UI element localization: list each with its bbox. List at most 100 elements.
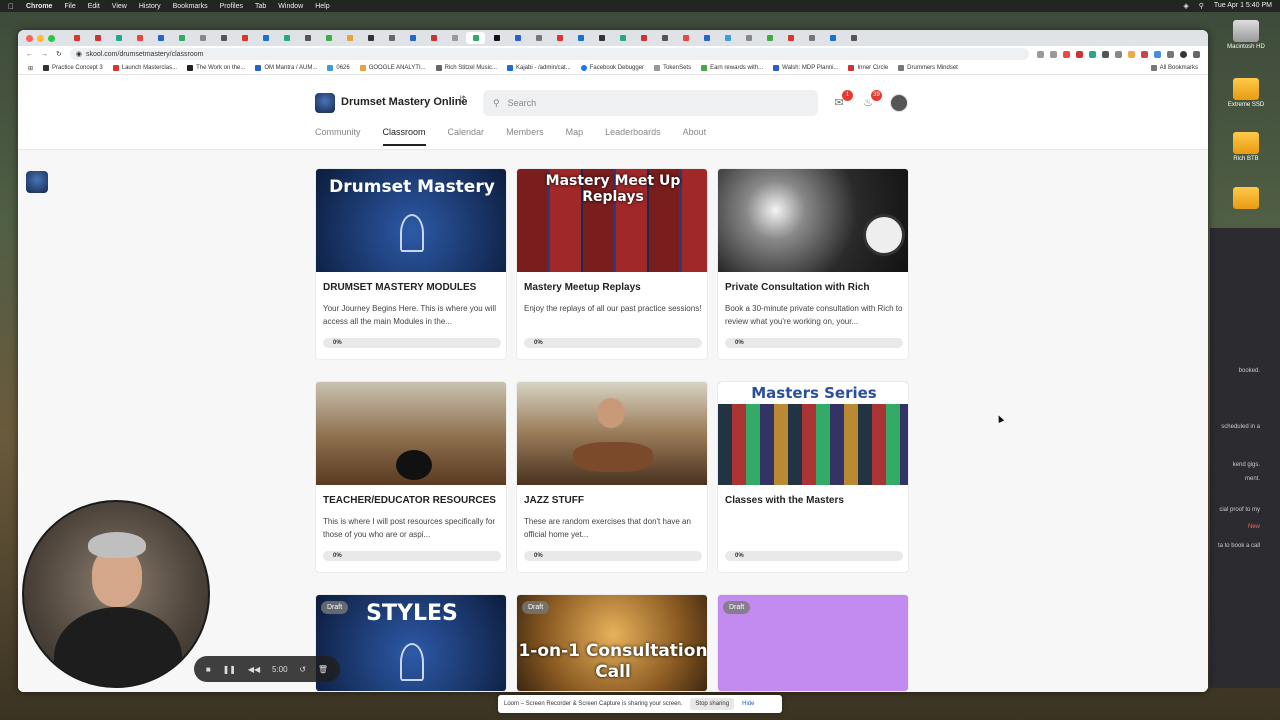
course-card-draft[interactable]: STYLES Draft <box>315 594 507 692</box>
stop-recording-icon[interactable]: ■ <box>206 665 211 674</box>
browser-tab[interactable] <box>214 32 233 44</box>
hide-button[interactable]: Hide <box>742 701 754 707</box>
browser-tab[interactable] <box>193 32 212 44</box>
browser-tab[interactable] <box>319 32 338 44</box>
tab-leaderboards[interactable]: Leaderboards <box>605 127 661 146</box>
browser-tab[interactable] <box>739 32 758 44</box>
menu-file[interactable]: File <box>64 3 75 10</box>
star-icon[interactable] <box>1050 50 1057 58</box>
search-input[interactable]: ⚲ Search <box>483 90 818 116</box>
extension-icon[interactable] <box>1115 50 1122 58</box>
search-menubar-icon[interactable]: ⚲ <box>1199 2 1204 10</box>
extension-icon[interactable] <box>1089 50 1096 58</box>
browser-tab[interactable] <box>361 32 380 44</box>
pause-icon[interactable]: ❚❚ <box>223 665 236 674</box>
course-card[interactable]: Drumset Mastery DRUMSET MASTERY MODULES … <box>315 168 507 360</box>
bookmark-item[interactable]: Inner Circle <box>848 65 888 71</box>
menu-history[interactable]: History <box>139 3 161 10</box>
extension-icon[interactable] <box>1141 50 1148 58</box>
browser-tab[interactable] <box>67 32 86 44</box>
browser-tab[interactable] <box>844 32 863 44</box>
browser-tab[interactable] <box>235 32 254 44</box>
bookmark-item[interactable]: Walsh: MDP Planni... <box>773 65 838 71</box>
bookmark-item[interactable]: TokenSets <box>654 65 691 71</box>
minimize-window-button[interactable] <box>37 34 44 42</box>
browser-tab[interactable] <box>382 32 401 44</box>
bookmark-item[interactable]: GOOGLE ANALYTI... <box>359 65 426 71</box>
course-card-draft[interactable]: 1-on-1 Consultation Call Draft <box>516 594 708 692</box>
menu-help[interactable]: Help <box>315 3 329 10</box>
drive-rich-btb[interactable]: Rich BTB <box>1226 132 1266 162</box>
tab-calendar[interactable]: Calendar <box>448 127 485 146</box>
restart-icon[interactable]: ↺ <box>299 665 306 674</box>
course-card[interactable]: TEACHER/EDUCATOR RESOURCES This is where… <box>315 381 507 573</box>
browser-tab[interactable] <box>529 32 548 44</box>
menubar-clock[interactable]: Tue Apr 1 5:40 PM <box>1214 2 1272 10</box>
menu-profiles[interactable]: Profiles <box>220 3 243 10</box>
tab-classroom[interactable]: Classroom <box>382 127 426 146</box>
kebab-menu-icon[interactable] <box>1193 50 1200 58</box>
all-bookmarks-folder[interactable]: All Bookmarks <box>1150 65 1198 71</box>
extension-icon[interactable] <box>1063 50 1070 58</box>
puzzle-icon[interactable] <box>1167 50 1174 58</box>
course-card[interactable]: Masters Series Classes with the Masters … <box>717 381 909 573</box>
browser-tab[interactable] <box>340 32 359 44</box>
zoom-window-button[interactable] <box>48 34 55 42</box>
tab-map[interactable]: Map <box>566 127 584 146</box>
bookmark-item[interactable]: Kajabi - /admin/cat... <box>506 65 571 71</box>
tab-about[interactable]: About <box>683 127 707 146</box>
browser-tab[interactable] <box>550 32 569 44</box>
bookmark-item[interactable]: Facebook Debugger <box>580 65 644 71</box>
browser-tab[interactable] <box>298 32 317 44</box>
menu-tab[interactable]: Tab <box>255 3 266 10</box>
browser-tab[interactable] <box>277 32 296 44</box>
rewind-icon[interactable]: ◀◀ <box>248 665 260 674</box>
browser-tab[interactable] <box>172 32 191 44</box>
avatar[interactable] <box>890 94 908 112</box>
group-sidebar-logo[interactable] <box>26 171 48 193</box>
close-window-button[interactable] <box>26 34 33 42</box>
bookmark-item[interactable]: Earn rewards with... <box>701 65 763 71</box>
browser-tab[interactable] <box>403 32 422 44</box>
extension-icon[interactable] <box>1128 50 1135 58</box>
group-name[interactable]: Drumset Mastery Online <box>341 96 468 108</box>
chat-icon[interactable]: ✉ 1 <box>832 90 853 110</box>
extension-icon[interactable] <box>1154 50 1161 58</box>
browser-tab[interactable] <box>697 32 716 44</box>
apps-icon[interactable]: ⊞ <box>28 65 33 72</box>
browser-tab[interactable] <box>802 32 821 44</box>
bell-icon[interactable]: ♨ 39 <box>861 90 882 110</box>
tab-community[interactable]: Community <box>315 127 361 146</box>
drive-macintosh-hd[interactable]: Macintosh HD <box>1226 20 1266 50</box>
address-bar[interactable]: ◉ skool.com/drumsetmastery/classroom <box>69 48 1029 60</box>
forward-icon[interactable]: → <box>41 51 48 58</box>
app-menu-chrome[interactable]: Chrome <box>26 3 52 10</box>
bookmark-item[interactable]: 0626 <box>327 65 350 71</box>
browser-tab[interactable] <box>445 32 464 44</box>
bookmark-item[interactable]: The Work on the... <box>187 65 245 71</box>
browser-tab[interactable] <box>655 32 674 44</box>
back-icon[interactable]: ← <box>26 51 33 58</box>
course-card[interactable]: Mastery Meet Up Replays Mastery Meetup R… <box>516 168 708 360</box>
browser-tab[interactable] <box>424 32 443 44</box>
menu-view[interactable]: View <box>112 3 127 10</box>
menu-bookmarks[interactable]: Bookmarks <box>173 3 208 10</box>
reload-icon[interactable]: ↻ <box>56 50 62 58</box>
zoom-icon[interactable] <box>1037 50 1044 58</box>
drive-folder[interactable] <box>1226 187 1266 211</box>
site-info-icon[interactable]: ◉ <box>76 50 82 58</box>
browser-tab[interactable] <box>592 32 611 44</box>
group-switcher-icon[interactable]: ⇵ <box>458 95 466 106</box>
bookmark-item[interactable]: OM Mantra / AUM... <box>255 65 317 71</box>
browser-tab[interactable] <box>781 32 800 44</box>
menu-window[interactable]: Window <box>278 3 303 10</box>
drive-extreme-ssd[interactable]: Extreme SSD <box>1226 78 1266 108</box>
browser-tab[interactable] <box>487 32 506 44</box>
bookmark-item[interactable]: Launch Masterclas... <box>112 65 177 71</box>
tab-members[interactable]: Members <box>506 127 544 146</box>
browser-tab[interactable] <box>256 32 275 44</box>
browser-tab[interactable] <box>823 32 842 44</box>
bookmark-item[interactable]: Practice Concept 3 <box>43 65 103 71</box>
browser-tab[interactable] <box>760 32 779 44</box>
apple-icon[interactable]:  <box>8 2 14 11</box>
